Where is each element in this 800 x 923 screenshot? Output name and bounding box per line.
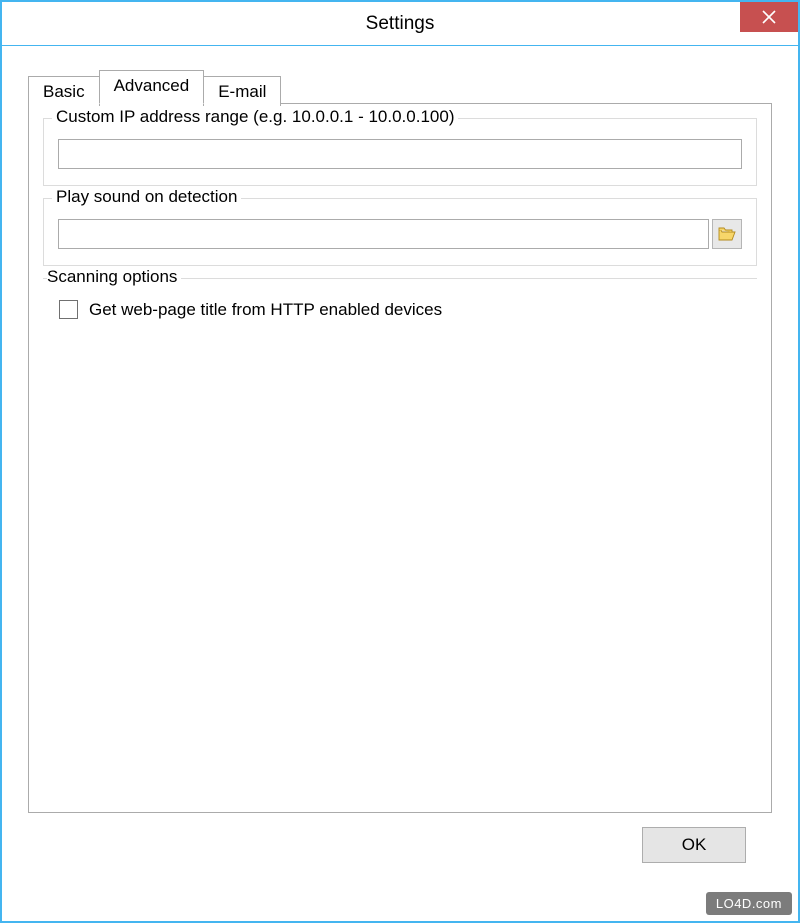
browse-sound-button[interactable] [712, 219, 742, 249]
http-title-label[interactable]: Get web-page title from HTTP enabled dev… [89, 300, 442, 320]
close-icon [762, 10, 776, 24]
tab-basic[interactable]: Basic [28, 76, 100, 106]
close-button[interactable] [740, 2, 798, 32]
tab-strip: Basic Advanced E-mail [28, 70, 772, 104]
client-area: Basic Advanced E-mail Custom IP address … [2, 46, 798, 921]
group-ip-range: Custom IP address range (e.g. 10.0.0.1 -… [43, 118, 757, 186]
sound-path-input[interactable] [58, 219, 709, 249]
sound-row [58, 219, 742, 249]
titlebar: Settings [2, 2, 798, 46]
tab-panel-advanced: Custom IP address range (e.g. 10.0.0.1 -… [28, 103, 772, 813]
group-sound: Play sound on detection [43, 198, 757, 266]
checkbox-row-http-title: Get web-page title from HTTP enabled dev… [55, 297, 743, 322]
ip-range-input[interactable] [58, 139, 742, 169]
window-title: Settings [2, 13, 798, 35]
group-sound-legend: Play sound on detection [52, 187, 241, 207]
group-scanning-options: Scanning options Get web-page title from… [43, 278, 757, 338]
watermark: LO4D.com [706, 892, 792, 915]
group-ip-range-legend: Custom IP address range (e.g. 10.0.0.1 -… [52, 107, 458, 127]
dialog-footer: OK [28, 813, 772, 879]
http-title-checkbox[interactable] [59, 300, 78, 319]
group-scanning-legend: Scanning options [47, 267, 181, 287]
tab-advanced[interactable]: Advanced [99, 70, 205, 104]
folder-open-icon [718, 226, 736, 242]
tab-email[interactable]: E-mail [203, 76, 281, 106]
ok-button[interactable]: OK [642, 827, 746, 863]
settings-window: Settings Basic Advanced E-mail Custom IP… [0, 0, 800, 923]
